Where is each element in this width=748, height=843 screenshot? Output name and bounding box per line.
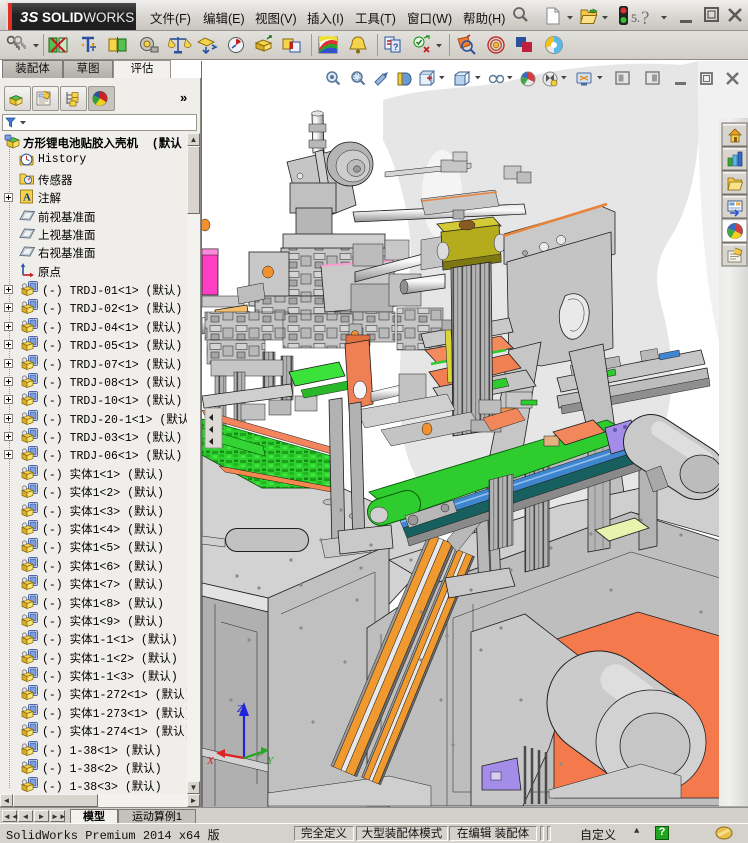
svg-text:A: A [23, 192, 31, 204]
svg-text:Z: Z [237, 703, 244, 715]
svg-text:SOLIDWORKS: SOLIDWORKS [42, 10, 134, 25]
svg-text:X: X [206, 755, 215, 767]
svg-text:3S: 3S [20, 9, 38, 26]
svg-text:?: ? [641, 8, 649, 29]
svg-text:5.: 5. [631, 11, 640, 25]
svg-text:?: ? [393, 42, 399, 52]
